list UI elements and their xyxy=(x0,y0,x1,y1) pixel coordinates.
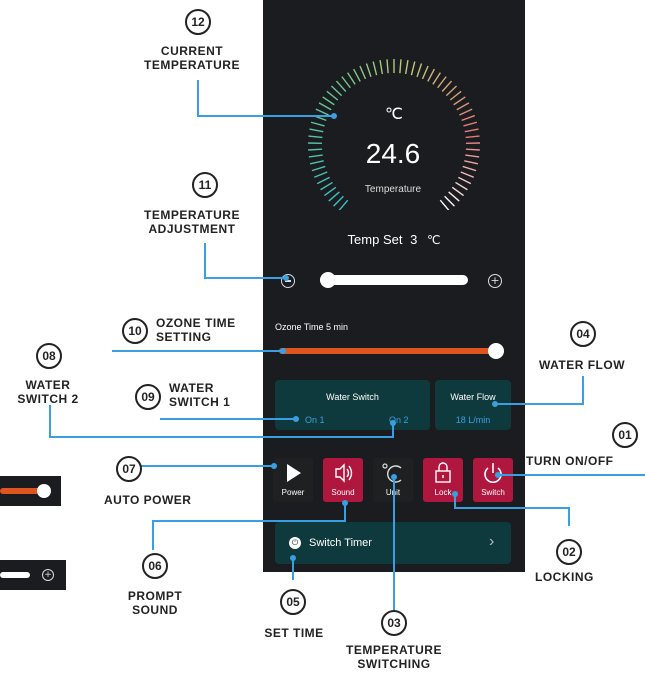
label-water-switch-1: WATER SWITCH 1 xyxy=(169,381,231,409)
label-water-flow: WATER FLOW xyxy=(538,358,626,372)
badge-04: 04 xyxy=(570,321,596,347)
label-locking: LOCKING xyxy=(535,570,594,584)
badge-09: 09 xyxy=(135,384,161,410)
badge-06: 06 xyxy=(142,553,168,579)
badge-03: 03 xyxy=(381,610,407,636)
badge-07: 07 xyxy=(116,456,142,482)
connector-04 xyxy=(495,376,584,405)
connector-11 xyxy=(204,243,286,279)
label-ozone-time: OZONE TIME SETTING xyxy=(156,316,236,344)
connector-06 xyxy=(152,503,346,550)
badge-10: 10 xyxy=(122,318,148,344)
badge-01: 01 xyxy=(612,422,638,448)
label-water-switch-2: WATER SWITCH 2 xyxy=(17,378,79,406)
badge-02: 02 xyxy=(556,539,582,565)
label-temperature-switching: TEMPERATURE SWITCHING xyxy=(346,643,442,671)
label-current-temperature: CURRENT TEMPERATURE xyxy=(144,44,240,72)
label-prompt-sound: PROMPT SOUND xyxy=(127,589,183,617)
connector-02 xyxy=(454,494,570,526)
badge-12: 12 xyxy=(185,9,211,35)
connector-07 xyxy=(127,465,274,468)
label-set-time: SET TIME xyxy=(264,626,324,640)
label-auto-power: AUTO POWER xyxy=(104,493,192,507)
connector-08 xyxy=(49,405,394,438)
connector-12 xyxy=(197,80,334,117)
badge-08: 08 xyxy=(36,343,62,369)
badge-05: 05 xyxy=(280,589,306,615)
badge-11: 11 xyxy=(192,172,218,198)
label-turn-on-off: TURN ON/OFF xyxy=(526,454,614,468)
label-temperature-adjustment: TEMPERATURE ADJUSTMENT xyxy=(144,208,240,236)
